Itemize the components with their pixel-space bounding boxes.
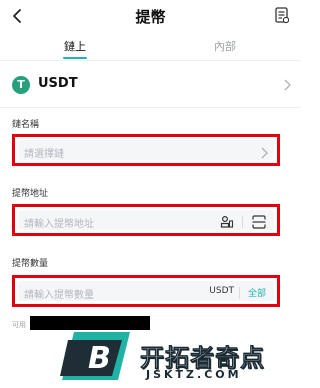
address-label: 提幣地址 (12, 189, 49, 199)
amount-unit: USDT (209, 286, 234, 296)
withdraw-all-button[interactable]: 全部 (248, 286, 266, 299)
tab-onchain[interactable]: 鏈上 (0, 38, 150, 54)
records-icon[interactable] (275, 7, 289, 24)
chevron-right-icon (261, 147, 268, 159)
scan-icon[interactable] (252, 215, 266, 229)
chain-placeholder: 請選擇鏈 (24, 149, 64, 160)
divider (0, 60, 301, 61)
usdt-coin-icon: T (12, 76, 30, 94)
withdraw-page: 提幣 鏈上 內部 T USDT 鏈名稱 請選擇鏈 提幣地址 請輸入提幣地址 提幣… (0, 0, 301, 388)
chain-label: 鏈名稱 (12, 120, 40, 130)
tab-internal[interactable]: 內部 (150, 38, 300, 54)
chevron-right-icon (284, 79, 291, 91)
address-placeholder: 請輸入提幣地址 (24, 219, 94, 230)
tab-bar: 鏈上 內部 (0, 34, 301, 60)
separator (242, 216, 243, 228)
chain-select[interactable]: 請選擇鏈 (18, 140, 274, 160)
available-label: 可用 (12, 321, 26, 329)
amount-field-highlight: 請輸入提幣數量 USDT 全部 (12, 275, 280, 307)
watermark-letter: B (88, 341, 111, 376)
header: 提幣 (0, 0, 301, 32)
address-input[interactable]: 請輸入提幣地址 (18, 210, 274, 230)
address-book-icon[interactable] (220, 215, 234, 229)
page-title: 提幣 (135, 8, 166, 26)
active-tab-indicator (63, 57, 87, 59)
address-field-highlight: 請輸入提幣地址 (12, 204, 280, 236)
amount-label: 提幣數量 (12, 259, 49, 269)
amount-placeholder: 請輸入提幣數量 (24, 290, 94, 301)
coin-selector[interactable]: T USDT (0, 66, 301, 104)
divider (0, 107, 301, 108)
coin-name: USDT (38, 76, 78, 91)
amount-input[interactable]: 請輸入提幣數量 USDT 全部 (18, 281, 274, 301)
chain-field-highlight: 請選擇鏈 (12, 134, 280, 166)
watermark-url: JSKTZ.COM (146, 368, 242, 381)
redacted-balance (30, 316, 150, 330)
separator (239, 287, 240, 299)
watermark-logo: B (60, 332, 130, 380)
